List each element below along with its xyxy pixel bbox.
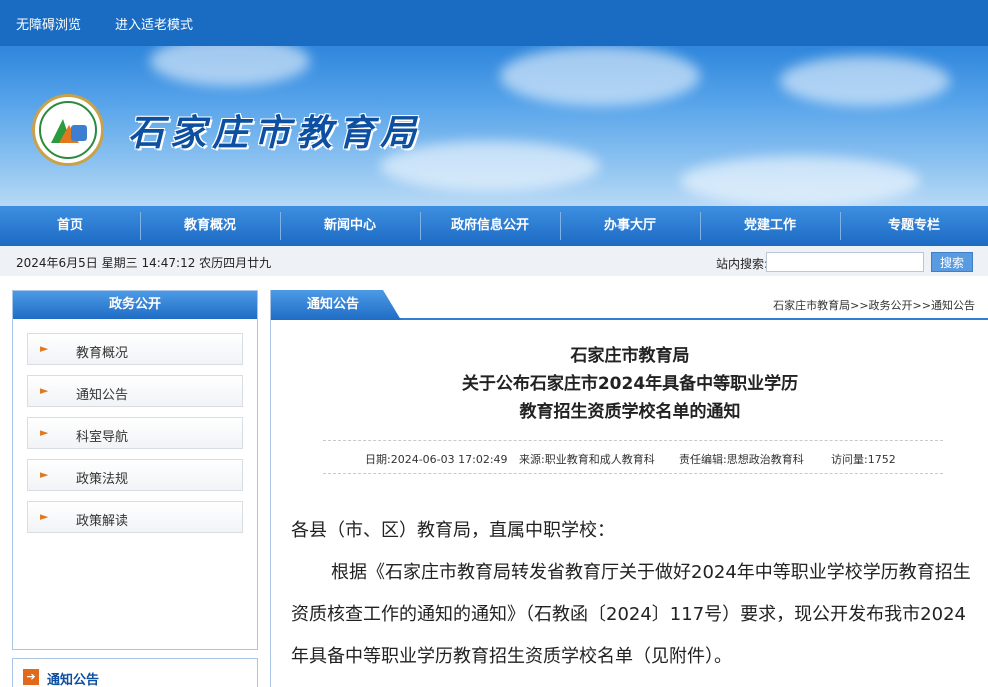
- sidebar-item-label: 政策法规: [76, 472, 129, 487]
- meta-editor: 责任编辑:思想政治教育科: [679, 453, 804, 466]
- site-title: 石家庄市教育局: [128, 112, 423, 154]
- nav-item-overview[interactable]: 教育概况: [140, 206, 280, 246]
- date-bar: 2024年6月5日 星期三 14:47:12 农历四月廿九 站内搜索: 搜索: [0, 246, 988, 276]
- tab-notices[interactable]: 通知公告: [271, 290, 401, 320]
- article-meta: 日期:2024-06-03 17:02:49 来源:职业教育和成人教育科 责任编…: [323, 440, 943, 474]
- sidebar-item-label: 科室导航: [76, 430, 129, 445]
- article-title: 石家庄市教育局 关于公布石家庄市2024年具备中等职业学历 教育招生资质学校名单…: [271, 342, 988, 426]
- tab-bar: 通知公告 石家庄市教育局>>政务公开>>通知公告: [271, 290, 988, 320]
- arrow-right-icon: ►: [40, 384, 49, 397]
- main-content: 通知公告 石家庄市教育局>>政务公开>>通知公告 石家庄市教育局 关于公布石家庄…: [270, 290, 988, 687]
- sidebar-item-label: 政策解读: [76, 514, 129, 529]
- meta-visits: 访问量:1752: [831, 453, 896, 466]
- sidebar-item-departments[interactable]: ► 科室导航: [27, 417, 243, 449]
- site-logo[interactable]: [32, 94, 104, 166]
- sidebar-item-notices[interactable]: ► 通知公告: [27, 375, 243, 407]
- sidebar-notices-section[interactable]: ➔ 通知公告: [12, 658, 258, 687]
- meta-source: 来源:职业教育和成人教育科: [519, 453, 655, 466]
- main-nav: 首页 教育概况 新闻中心 政府信息公开 办事大厅 党建工作 专题专栏: [0, 206, 988, 246]
- arrow-right-icon: ►: [40, 468, 49, 481]
- nav-item-services[interactable]: 办事大厅: [560, 206, 700, 246]
- salutation: 各县（市、区）教育局，直属中职学校：: [291, 520, 615, 541]
- accessibility-link[interactable]: 无障碍浏览: [16, 14, 81, 33]
- sidebar-item-policies[interactable]: ► 政策法规: [27, 459, 243, 491]
- site-banner: 石家庄市教育局: [0, 46, 988, 206]
- date-time: 2024年6月5日 星期三 14:47:12 农历四月廿九: [16, 256, 272, 270]
- nav-item-topics[interactable]: 专题专栏: [840, 206, 988, 246]
- elder-mode-link[interactable]: 进入适老模式: [115, 14, 193, 33]
- arrow-right-icon: ➔: [23, 669, 39, 685]
- paragraph: 根据《石家庄市教育局转发省教育厅关于做好2024年中等职业学校学历教育招生资质核…: [291, 562, 971, 667]
- nav-item-home[interactable]: 首页: [0, 206, 140, 246]
- section-title: 通知公告: [47, 673, 100, 687]
- meta-date: 日期:2024-06-03 17:02:49: [365, 453, 508, 466]
- top-bar: 无障碍浏览 进入适老模式: [0, 0, 988, 46]
- sidebar-item-overview[interactable]: ► 教育概况: [27, 333, 243, 365]
- nav-item-news[interactable]: 新闻中心: [280, 206, 420, 246]
- article-title-line: 关于公布石家庄市2024年具备中等职业学历: [461, 374, 799, 394]
- sidebar-item-label: 教育概况: [76, 346, 129, 361]
- search-label: 站内搜索:: [716, 257, 769, 271]
- nav-item-gov-info[interactable]: 政府信息公开: [420, 206, 560, 246]
- arrow-right-icon: ►: [40, 342, 49, 355]
- arrow-right-icon: ►: [40, 426, 49, 439]
- nav-item-party[interactable]: 党建工作: [700, 206, 840, 246]
- breadcrumb[interactable]: 石家庄市教育局>>政务公开>>通知公告: [773, 297, 975, 313]
- sidebar: 政务公开 ► 教育概况 ► 通知公告 ► 科室导航 ► 政策法规 ► 政策解读: [12, 290, 258, 650]
- search-button[interactable]: 搜索: [931, 252, 973, 272]
- sidebar-heading: 政务公开: [13, 291, 257, 319]
- sidebar-item-label: 通知公告: [76, 388, 129, 403]
- arrow-right-icon: ►: [40, 510, 49, 523]
- article-body: 各县（市、区）教育局，直属中职学校： 根据《石家庄市教育局转发省教育厅关于做好2…: [291, 510, 971, 678]
- search-input[interactable]: [766, 252, 924, 272]
- article-title-line: 教育招生资质学校名单的通知: [519, 402, 741, 422]
- sidebar-item-interpretation[interactable]: ► 政策解读: [27, 501, 243, 533]
- article-title-line: 石家庄市教育局: [570, 346, 690, 366]
